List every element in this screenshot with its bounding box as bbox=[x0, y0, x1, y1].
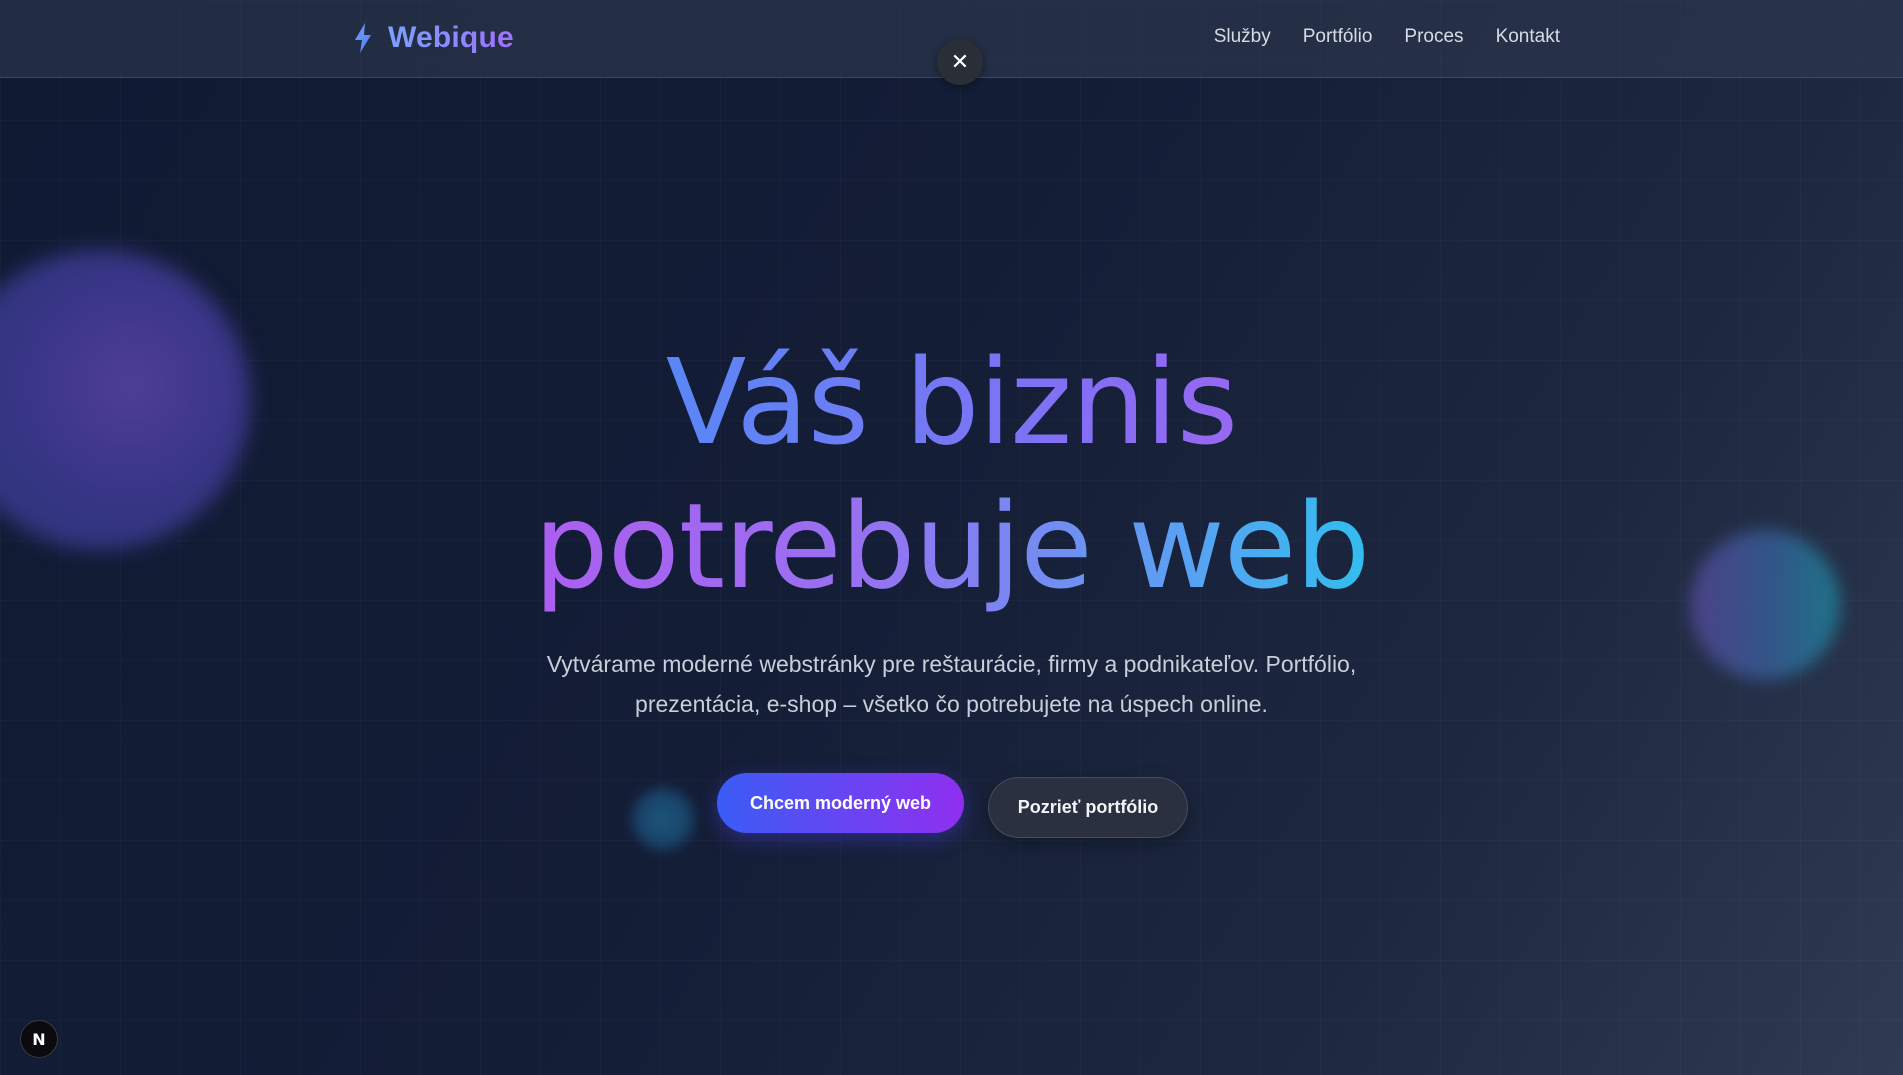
close-icon: ✕ bbox=[950, 49, 970, 74]
lightning-bolt-icon bbox=[355, 23, 371, 53]
nextjs-icon[interactable]: N bbox=[20, 1020, 58, 1058]
hero-title-line1: Váš biznis bbox=[0, 330, 1903, 474]
nav-link-portfolio[interactable]: Portfólio bbox=[1303, 22, 1373, 52]
cta-modern-web-button[interactable]: Chcem moderný web bbox=[717, 773, 964, 833]
main-nav: Služby Portfólio Proces Kontakt bbox=[1214, 22, 1560, 52]
decorative-orb-small bbox=[632, 788, 694, 850]
logo-text: Webique bbox=[388, 21, 514, 54]
hero-subtitle: Vytvárame moderné webstránky pre reštaur… bbox=[451, 644, 1452, 724]
nextjs-badge-label: N bbox=[32, 1029, 46, 1049]
hero-title: Váš biznis potrebuje web bbox=[0, 330, 1903, 618]
hero-title-line2: potrebuje web bbox=[0, 474, 1903, 618]
logo-link[interactable]: Webique bbox=[352, 18, 514, 58]
nav-link-proces[interactable]: Proces bbox=[1404, 22, 1463, 52]
hero-subtitle-line1: Vytvárame moderné webstránky pre reštaur… bbox=[546, 651, 1357, 677]
close-button[interactable]: ✕ bbox=[937, 39, 983, 85]
nav-link-sluzby[interactable]: Služby bbox=[1214, 22, 1271, 52]
view-portfolio-button[interactable]: Pozrieť portfólio bbox=[988, 777, 1188, 838]
nav-link-kontakt[interactable]: Kontakt bbox=[1496, 22, 1560, 52]
hero-subtitle-line2: prezentácia, e-shop – všetko čo potrebuj… bbox=[635, 691, 1268, 717]
